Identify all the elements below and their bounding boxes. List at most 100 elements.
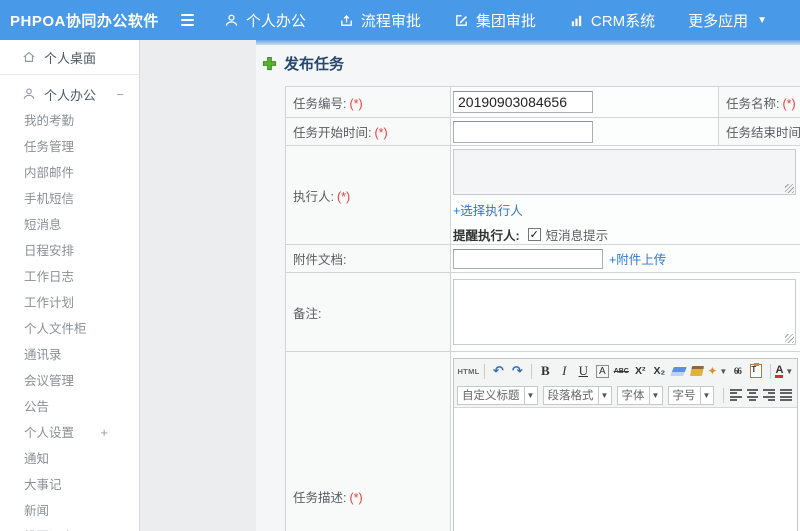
sidebar-subitem-16[interactable]: 投票调查: [0, 524, 139, 531]
sidebar-subitem-15[interactable]: 新闻: [0, 498, 139, 524]
sidebar-subitem-13[interactable]: 通知: [0, 446, 139, 472]
edit-square-icon: [454, 13, 469, 28]
sidebar-subitem-11[interactable]: 公告: [0, 394, 139, 420]
format-painter-button[interactable]: [689, 363, 705, 380]
sub-icon: X₂: [653, 365, 666, 377]
sidebar-subitem-14[interactable]: 大事记: [0, 472, 139, 498]
resize-grip-icon[interactable]: [785, 183, 794, 193]
sidebar-subitem-8[interactable]: 个人文件柜: [0, 316, 139, 342]
attachment-input[interactable]: [453, 248, 603, 269]
table-row: 任务开始时间:(*) 任务结束时间:(*): [285, 117, 800, 146]
superscript-button[interactable]: X²: [632, 363, 648, 380]
expand-plus-icon[interactable]: +: [100, 420, 108, 446]
sidebar-subitem-label: 通讯录: [24, 348, 62, 362]
caret-down-icon[interactable]: ▼: [699, 386, 713, 404]
sms-remind-checkbox[interactable]: ✓: [527, 227, 541, 241]
start-time-input[interactable]: [453, 120, 593, 143]
caret-down-icon[interactable]: ▼: [597, 386, 611, 404]
user-icon: [22, 87, 36, 101]
editor-toolbar-row2: 自定义标题 ▼ 段落格式 ▼ 字体 ▼ 字号 ▼: [454, 383, 797, 407]
resize-grip-icon[interactable]: [785, 334, 794, 343]
html-source-button[interactable]: HTML: [457, 363, 479, 380]
dropdown-label: 字号: [672, 390, 696, 402]
undo-button[interactable]: ↶: [490, 363, 506, 380]
nav-item-4[interactable]: 更多应用 ▼: [688, 10, 767, 31]
table-row: 备注:: [285, 272, 800, 352]
menu-toggle-icon[interactable]: [180, 13, 194, 27]
required-mark: (*): [782, 96, 796, 111]
sidebar-subitem-label: 日程安排: [24, 244, 75, 258]
sidebar: 个人桌面 个人办公 − 我的考勤 任务管理内部邮件手机短信短消息日程安排工作日志工…: [0, 40, 140, 531]
caret-down-icon[interactable]: ▼: [523, 386, 537, 404]
sidebar-item-personal-office[interactable]: 个人办公 −: [0, 80, 139, 108]
sidebar-subitem-label: 内部邮件: [24, 166, 75, 180]
blockquote-button[interactable]: 66: [729, 363, 745, 380]
fontbox-icon: A: [595, 364, 609, 378]
autotypeset-button[interactable]: ✦ ▼: [707, 363, 727, 380]
sidebar-item-label: 个人办公: [44, 87, 97, 103]
sidebar-subitem-label: 公告: [24, 400, 50, 414]
sidebar-subitem-label: 工作计划: [24, 296, 75, 310]
nav-item-2[interactable]: 集团审批: [454, 10, 536, 31]
paragraph-format-dropdown[interactable]: 段落格式 ▼: [542, 385, 612, 405]
nav-item-1[interactable]: 流程审批: [339, 10, 421, 31]
sup-icon: X²: [635, 365, 646, 377]
sidebar-subitem-label: 通知: [24, 452, 50, 466]
align-left-button[interactable]: [729, 388, 742, 402]
table-row: 任务描述: (*) HTML ↶ ↷ B I U A ABC X² X₂ ✦ ▼ 66 T A ▼ 自定义标题 ▼…: [285, 351, 800, 531]
underline-button[interactable]: U: [575, 363, 591, 380]
task-no-input[interactable]: [453, 91, 593, 113]
required-mark: (*): [336, 189, 351, 204]
caret-down-icon[interactable]: ▼: [648, 386, 662, 404]
sidebar-subitem-9[interactable]: 通讯录: [0, 342, 139, 368]
executor-textarea[interactable]: [453, 148, 796, 195]
paste-as-text-button[interactable]: T: [748, 363, 764, 380]
add-plus-icon: [262, 56, 277, 71]
nav-item-label: 集团审批: [475, 12, 536, 30]
sidebar-subitem-12[interactable]: 个人设置 +: [0, 420, 139, 446]
redo-button[interactable]: ↷: [509, 363, 525, 380]
redo-icon: ↷: [511, 363, 523, 378]
custom-title-dropdown[interactable]: 自定义标题 ▼: [457, 385, 538, 405]
font-style-button[interactable]: A: [594, 363, 610, 380]
subscript-button[interactable]: X₂: [651, 363, 667, 380]
sidebar-subitem-4[interactable]: 短消息: [0, 212, 139, 238]
app-logo: PHPOA协同办公软件: [10, 12, 159, 30]
bold-button[interactable]: B: [537, 363, 553, 380]
nav-item-3[interactable]: CRM系统: [569, 10, 655, 31]
remove-format-button[interactable]: [669, 363, 687, 380]
font-size-dropdown[interactable]: 字号 ▼: [667, 385, 714, 405]
align-right-button[interactable]: [763, 388, 775, 402]
remark-textarea[interactable]: [453, 279, 796, 345]
italic-button[interactable]: I: [556, 363, 572, 380]
editor-toolbar-row1: HTML ↶ ↷ B I U A ABC X² X₂ ✦ ▼ 66 T A ▼: [454, 359, 797, 383]
sidebar-subitem-10[interactable]: 会议管理: [0, 368, 139, 394]
attachment-upload-link[interactable]: +附件上传: [609, 249, 666, 268]
align-justify-button[interactable]: [779, 388, 792, 402]
sidebar-subitem-0[interactable]: 我的考勤: [0, 108, 139, 134]
strikethrough-button[interactable]: ABC: [613, 363, 629, 380]
align-center-button[interactable]: [746, 388, 759, 402]
dropdown-label: 段落格式: [547, 390, 594, 402]
choose-executor-link[interactable]: +选择执行人: [453, 204, 523, 218]
sidebar-subitem-6[interactable]: 工作日志: [0, 264, 139, 290]
nav-item-0[interactable]: 个人办公: [224, 10, 306, 31]
sidebar-subitem-3[interactable]: 手机短信: [0, 186, 139, 212]
sidebar-subitem-2[interactable]: 内部邮件: [0, 160, 139, 186]
font-family-dropdown[interactable]: 字体 ▼: [616, 385, 663, 405]
table-row: 任务编号:(*) 任务名称:(*): [285, 86, 800, 118]
font-color-button[interactable]: A ▼: [775, 363, 793, 380]
collapse-minus-icon[interactable]: −: [116, 87, 124, 102]
sidebar-subitem-label: 手机短信: [24, 192, 75, 206]
editor-body[interactable]: [454, 407, 797, 531]
content-panel: 发布任务 任务编号:(*) 任务名称:(*) 任务开始时间:(*) 任务结束时间…: [256, 40, 800, 531]
app-root: PHPOA协同办公软件 个人办公 流程审批 集团审批 CRM系统 更多应用 ▼ 个人桌面 …: [0, 0, 800, 531]
sidebar-subitem-1[interactable]: 任务管理: [0, 134, 139, 160]
sidebar-subitem-7[interactable]: 工作计划: [0, 290, 139, 316]
toolbar-separator: [769, 363, 771, 379]
sidebar-subitem-5[interactable]: 日程安排: [0, 238, 139, 264]
sidebar-item-desktop[interactable]: 个人桌面: [0, 40, 139, 75]
sidebar-submenu: 我的考勤 任务管理内部邮件手机短信短消息日程安排工作日志工作计划个人文件柜通讯录会…: [0, 108, 139, 531]
toolbar-separator: [722, 387, 724, 403]
top-nav: 个人办公 流程审批 集团审批 CRM系统 更多应用 ▼: [224, 10, 800, 31]
